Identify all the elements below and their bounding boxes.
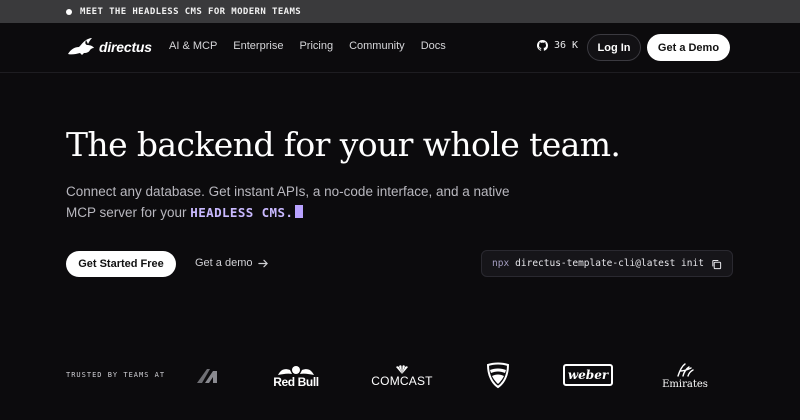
client-logo-redbull: Red Bull <box>270 362 322 390</box>
redbull-wordmark: Red Bull <box>273 375 319 389</box>
client-logo-a <box>195 365 223 385</box>
client-logo-comcast: COMCAST <box>370 364 434 388</box>
announcement-dot <box>66 8 72 15</box>
top-nav: directus AI & MCP Enterprise Pricing Com… <box>0 23 800 73</box>
emirates-calligraphy-icon <box>677 363 694 377</box>
login-button[interactable]: Log In <box>587 34 641 61</box>
arrow-right-icon <box>258 259 269 267</box>
get-demo-button[interactable]: Get a Demo <box>647 34 730 61</box>
nav-link-enterprise[interactable]: Enterprise <box>233 40 283 52</box>
cli-prefix: npx <box>492 258 510 269</box>
get-demo-link[interactable]: Get a demo <box>195 257 269 269</box>
cli-command: directus-template-cli@latest init <box>515 258 704 269</box>
typing-cursor <box>295 205 304 218</box>
peacock-logo-icon <box>396 364 408 374</box>
hero-subtitle-highlight: HEADLESS CMS. <box>190 205 294 220</box>
nav-link-ai-mcp[interactable]: AI & MCP <box>169 40 217 52</box>
rabbit-logo-icon <box>68 38 94 55</box>
ducati-shield-icon <box>486 362 510 389</box>
announcement-text: MEET THE HEADLESS CMS FOR MODERN TEAMS <box>80 6 302 17</box>
brand-name: directus <box>99 39 152 55</box>
client-logo-emirates: Emirates <box>662 360 708 392</box>
get-demo-link-label: Get a demo <box>195 257 253 269</box>
weber-wordmark: weber <box>563 364 613 386</box>
cli-command-box[interactable]: npx directus-template-cli@latest init <box>481 250 733 277</box>
copy-icon[interactable] <box>711 259 722 270</box>
trusted-by-label: TRUSTED BY TEAMS AT <box>66 371 166 379</box>
a-mark-logo-icon <box>197 369 217 383</box>
client-logo-weber: weber <box>563 364 613 386</box>
comcast-wordmark: COMCAST <box>371 373 433 388</box>
hero-subtitle: Connect any database. Get instant APIs, … <box>66 181 526 223</box>
announcement-bar[interactable]: MEET THE HEADLESS CMS FOR MODERN TEAMS <box>0 0 800 23</box>
get-started-button[interactable]: Get Started Free <box>66 251 176 277</box>
client-logo-ducati <box>484 361 512 389</box>
nav-link-docs[interactable]: Docs <box>421 40 446 52</box>
nav-links: AI & MCP Enterprise Pricing Community Do… <box>169 40 446 52</box>
emirates-wordmark: Emirates <box>662 379 708 390</box>
hero-title: The backend for your whole team. <box>66 125 621 164</box>
github-stars-count: 36 K <box>554 40 579 51</box>
brand-logo[interactable]: directus <box>66 37 152 57</box>
github-stars-link[interactable]: 36 K <box>537 40 578 51</box>
github-icon <box>537 40 548 51</box>
nav-link-pricing[interactable]: Pricing <box>299 40 333 52</box>
nav-link-community[interactable]: Community <box>349 40 405 52</box>
